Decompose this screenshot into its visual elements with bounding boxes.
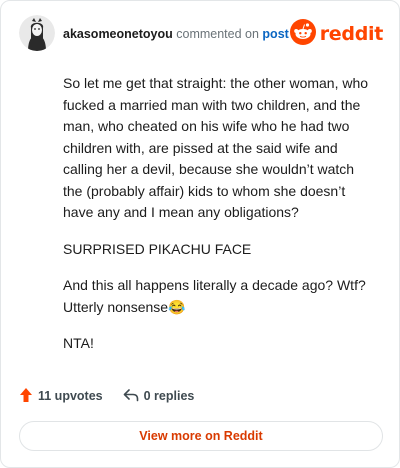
replies-stat[interactable]: 0 replies — [123, 388, 195, 405]
action-text: commented on — [176, 27, 259, 41]
reddit-logo[interactable]: reddit — [289, 18, 384, 50]
comment-body: So let me get that straight: the other w… — [63, 73, 373, 370]
upvotes-count: 11 upvotes — [38, 389, 103, 403]
view-more-on-reddit-button[interactable]: View more on Reddit — [19, 421, 383, 451]
comment-byline: akasomeonetoyou commented on post — [63, 27, 289, 41]
upvotes-stat[interactable]: 11 upvotes — [19, 387, 103, 406]
comment-paragraph: And this all happens literally a decade … — [63, 277, 366, 315]
comment-paragraph: SURPRISED PIKACHU FACE — [63, 240, 252, 257]
comment-paragraph: So let me get that straight: the other w… — [63, 75, 369, 220]
replies-count: 0 replies — [143, 389, 195, 403]
comment-embed-card: akasomeonetoyou commented on post reddit — [0, 0, 400, 468]
username-link[interactable]: akasomeonetoyou — [63, 27, 173, 41]
reply-arrow-icon — [123, 388, 144, 405]
post-link[interactable]: post — [262, 27, 288, 41]
reddit-wordmark: reddit — [319, 23, 384, 45]
comment-paragraph: NTA! — [63, 335, 94, 351]
reddit-snoo-icon — [289, 18, 316, 50]
avatar[interactable] — [19, 15, 55, 51]
comment-stats: 11 upvotes 0 replies — [19, 385, 214, 407]
upvote-arrow-icon — [19, 387, 38, 406]
comment-header: akasomeonetoyou commented on post reddit — [19, 15, 383, 53]
